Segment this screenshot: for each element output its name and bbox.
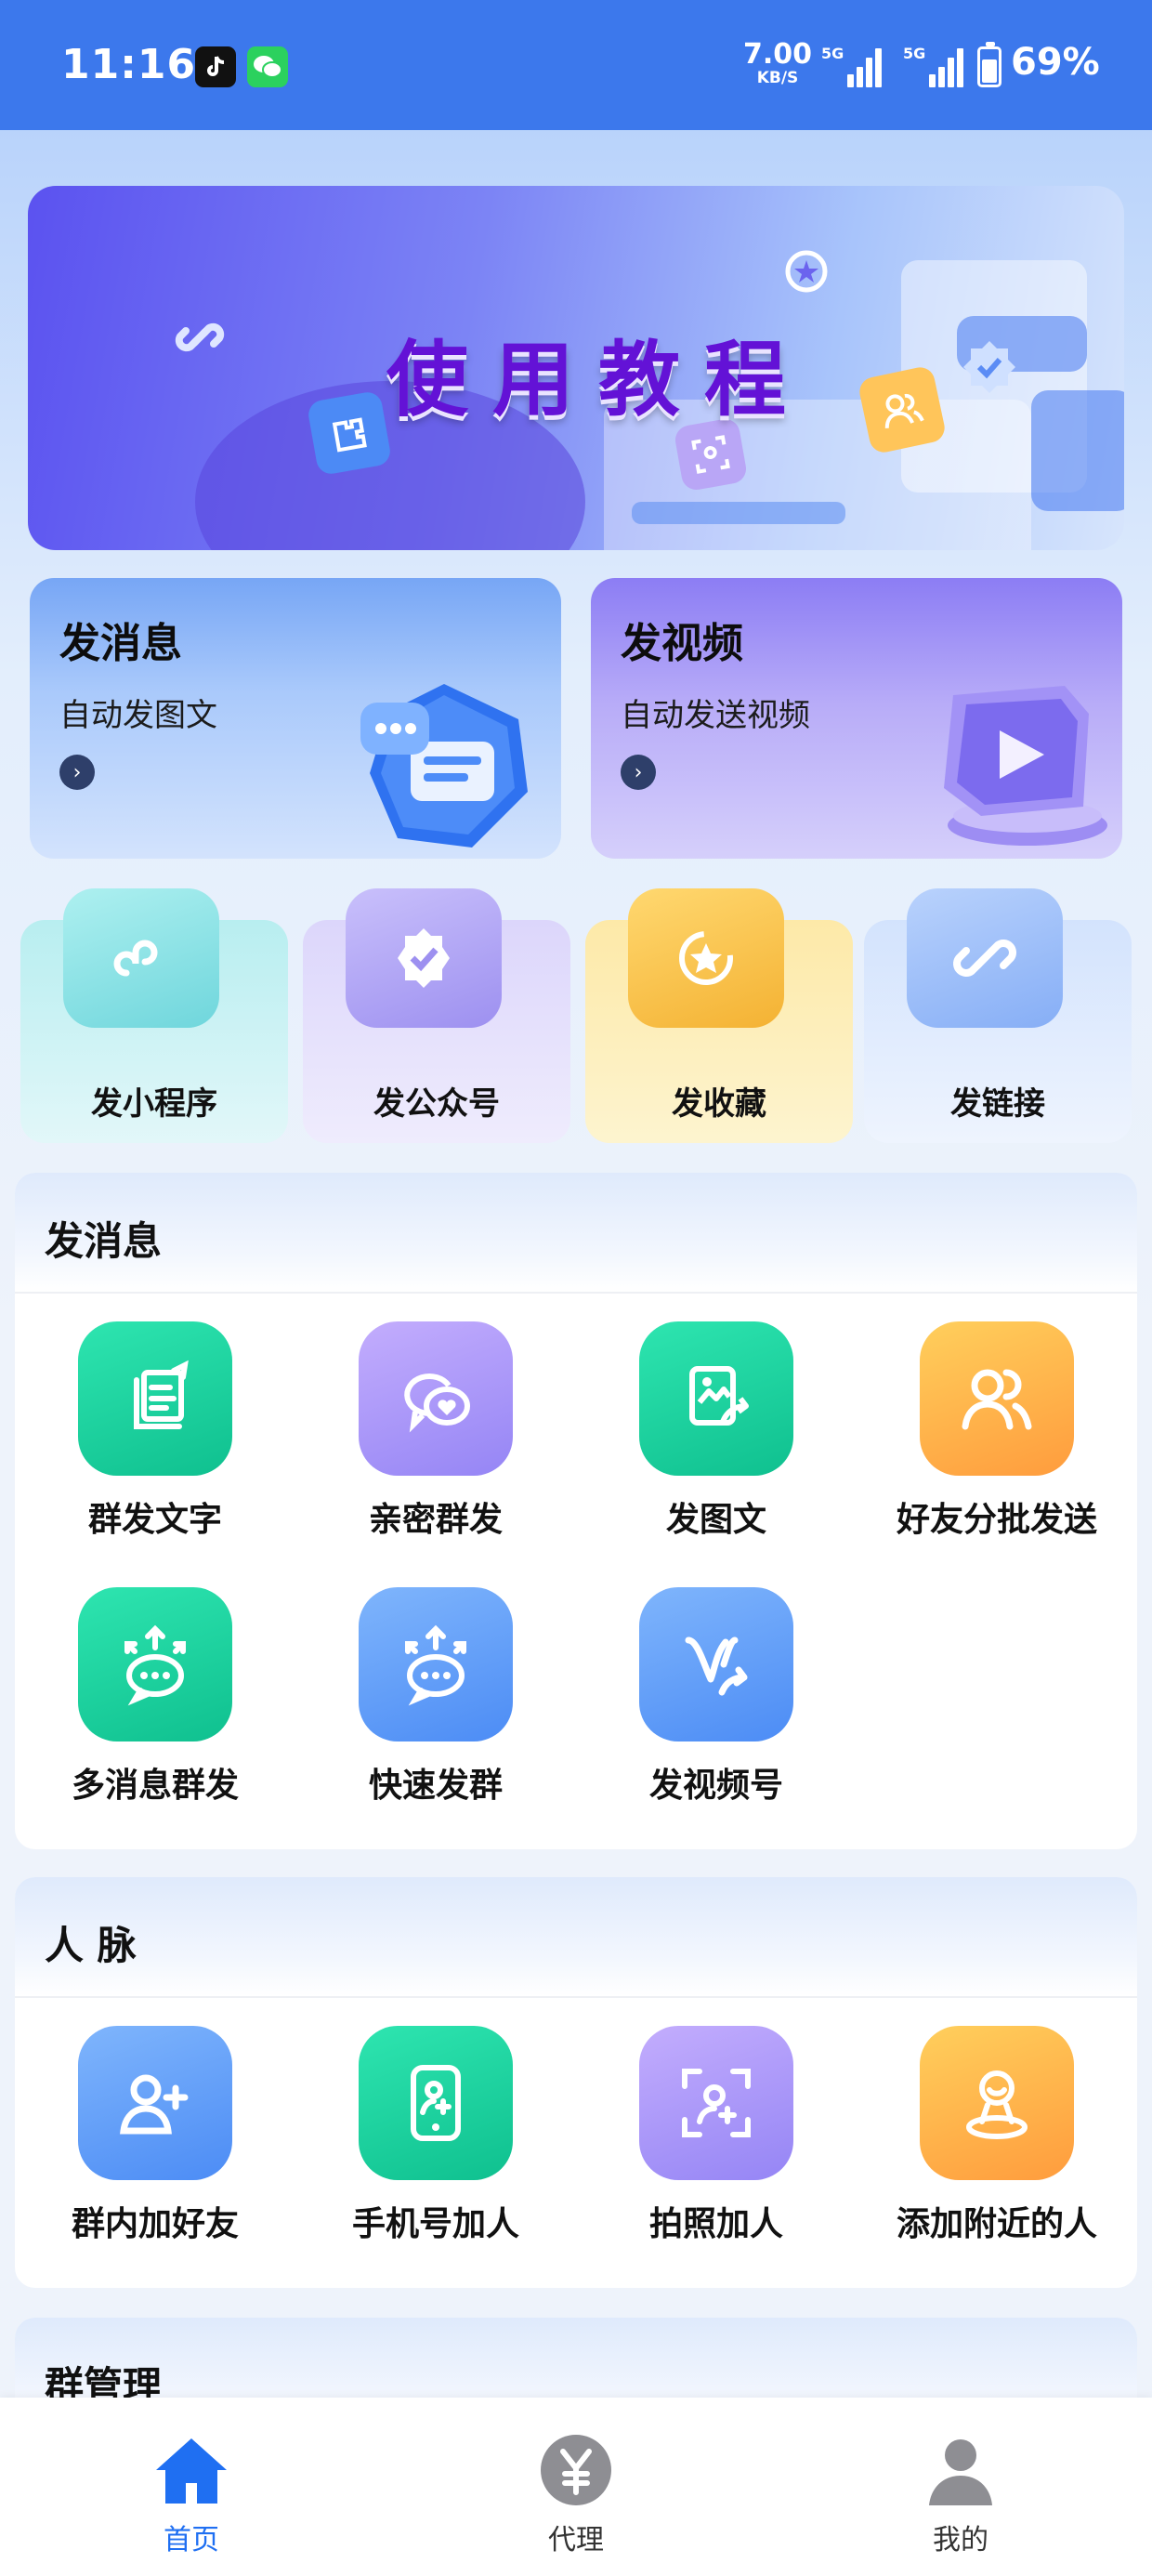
- grid-label: 群内加好友: [71, 2205, 239, 2243]
- send-message-section: 发消息 群发文字 亲密群发 发图文 好友分批发送 多消息群发 快速发群 发视频号: [15, 1173, 1137, 1849]
- bottom-tab-bar: 首页 代理 我的: [0, 2398, 1152, 2576]
- banner-users-icon: [857, 364, 948, 455]
- grid-label: 好友分批发送: [896, 1501, 1097, 1539]
- phone-add-icon: [359, 2026, 513, 2180]
- battery-icon: [977, 42, 1001, 87]
- banner-title: 使用教程: [386, 332, 811, 427]
- favorite-card[interactable]: 发收藏: [585, 888, 853, 1143]
- send-video-card[interactable]: 发视频 自动发送视频 ›: [591, 578, 1122, 859]
- grid-label: 添加附近的人: [896, 2205, 1097, 2243]
- link-icon: [907, 888, 1063, 1028]
- network-speed-value: 7.00: [743, 38, 813, 71]
- section-header: 发消息: [15, 1173, 1137, 1294]
- network-speed-unit: KB/S: [756, 69, 799, 87]
- profile-icon: [922, 2431, 1000, 2509]
- edit-text-icon: [78, 1321, 232, 1476]
- grid-label: 发视频号: [648, 1767, 783, 1805]
- mini-card-label: 发公众号: [373, 1085, 500, 1123]
- tutorial-banner[interactable]: 使用教程: [28, 186, 1124, 550]
- signal-2-icon: 5G: [903, 45, 964, 87]
- nearby-people-button[interactable]: 添加附近的人: [857, 2026, 1137, 2245]
- channels-icon: [639, 1587, 793, 1741]
- official-account-icon: [346, 888, 502, 1028]
- favorite-icon: [628, 888, 784, 1028]
- tab-profile[interactable]: 我的: [868, 2398, 1054, 2576]
- photo-add-button[interactable]: 拍照加人: [576, 2026, 857, 2245]
- grid-label: 发图文: [665, 1501, 766, 1539]
- tiktok-icon: [195, 46, 236, 87]
- grid-label: 多消息群发: [71, 1767, 239, 1805]
- add-user-icon: [78, 2026, 232, 2180]
- group-add-friend-button[interactable]: 群内加好友: [15, 2026, 295, 2245]
- banner-star-badge-icon: [779, 243, 834, 299]
- nearby-person-icon: [920, 2026, 1074, 2180]
- quick-group-icon: [359, 1587, 513, 1741]
- card-title: 发视频: [621, 620, 743, 667]
- status-time: 11:16: [61, 41, 197, 88]
- signal-2-label: 5G: [903, 45, 926, 62]
- card-title: 发消息: [59, 620, 182, 667]
- wechat-icon: [247, 46, 288, 87]
- signal-1-label: 5G: [821, 45, 844, 62]
- banner-puzzle-icon: [306, 389, 393, 477]
- signal-1-icon: 5G: [821, 45, 883, 87]
- video-play-icon: [916, 667, 1111, 853]
- phone-add-button[interactable]: 手机号加人: [295, 2026, 576, 2245]
- friend-batch-button[interactable]: 好友分批发送: [857, 1321, 1137, 1541]
- mini-program-card[interactable]: 发小程序: [20, 888, 288, 1143]
- section-title: 人 脉: [45, 1923, 137, 1968]
- status-bar: 11:16 7.00 KB/S 5G 5G 69%: [0, 0, 1152, 130]
- section-title: 发消息: [45, 1218, 163, 1264]
- banner-link-icon: [167, 305, 232, 370]
- mini-card-label: 发小程序: [91, 1085, 217, 1123]
- grid-label: 群发文字: [87, 1501, 222, 1539]
- tab-label: 我的: [933, 2524, 988, 2556]
- send-message-card[interactable]: 发消息 自动发图文 ›: [30, 578, 561, 859]
- multi-message-icon: [78, 1587, 232, 1741]
- network-speed: 7.00 KB/S: [743, 41, 812, 86]
- heart-chat-icon: [359, 1321, 513, 1476]
- section-header: 人 脉: [15, 1877, 1137, 1998]
- tab-label: 首页: [164, 2524, 219, 2556]
- image-text-button[interactable]: 发图文: [576, 1321, 857, 1541]
- tab-label: 代理: [548, 2524, 604, 2556]
- yuan-icon: [537, 2431, 615, 2509]
- friends-icon: [920, 1321, 1074, 1476]
- banner-verified-icon: [957, 335, 1022, 400]
- card-subtitle: 自动发图文: [59, 697, 217, 734]
- channels-button[interactable]: 发视频号: [576, 1587, 857, 1807]
- chevron-right-icon[interactable]: ›: [59, 755, 95, 790]
- card-subtitle: 自动发送视频: [621, 697, 810, 734]
- tab-home[interactable]: 首页: [98, 2398, 284, 2576]
- official-account-card[interactable]: 发公众号: [303, 888, 570, 1143]
- quick-group-button[interactable]: 快速发群: [295, 1587, 576, 1807]
- battery-percent: 69%: [1011, 41, 1100, 84]
- home-icon: [152, 2431, 230, 2509]
- mini-card-label: 发链接: [950, 1085, 1045, 1123]
- image-share-icon: [639, 1321, 793, 1476]
- link-card[interactable]: 发链接: [864, 888, 1132, 1143]
- tab-agent[interactable]: 代理: [483, 2398, 669, 2576]
- contacts-section: 人 脉 群内加好友 手机号加人 拍照加人 添加附近的人: [15, 1877, 1137, 2288]
- chevron-right-icon[interactable]: ›: [621, 755, 656, 790]
- scan-person-icon: [639, 2026, 793, 2180]
- mini-program-icon: [63, 888, 219, 1028]
- chat-hexagon-icon: [342, 671, 546, 857]
- grid-label: 拍照加人: [648, 2205, 783, 2243]
- grid-label: 手机号加人: [351, 2205, 519, 2243]
- multi-message-button[interactable]: 多消息群发: [15, 1587, 295, 1807]
- mini-card-label: 发收藏: [672, 1085, 766, 1123]
- intimate-mass-button[interactable]: 亲密群发: [295, 1321, 576, 1541]
- grid-label: 亲密群发: [368, 1501, 503, 1539]
- mass-text-button[interactable]: 群发文字: [15, 1321, 295, 1541]
- grid-label: 快速发群: [368, 1767, 503, 1805]
